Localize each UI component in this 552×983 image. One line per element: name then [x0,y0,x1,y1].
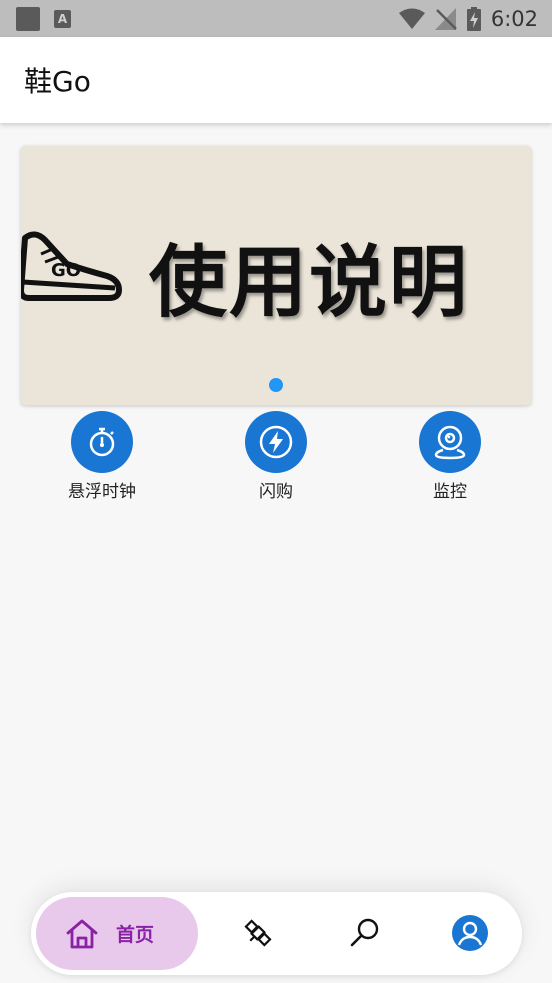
sneaker-logo-icon: GO [21,231,122,301]
notification-square-icon [16,6,40,31]
status-bar: A 6:02 [0,0,552,37]
app-title: 鞋Go [24,65,91,98]
wifi-icon [398,8,425,29]
carousel-indicator-dot[interactable] [269,378,283,392]
flash-sale-label: 闪购 [259,482,293,502]
stopwatch-icon [89,427,115,457]
satellite-icon [244,919,272,947]
status-time: 6:02 [490,6,538,31]
nav-home-label: 首页 [116,924,155,946]
webcam-icon [434,425,466,460]
flash-sale-button[interactable] [245,411,307,473]
instructions-banner[interactable]: GO 使用说明 [21,146,531,405]
no-signal-icon [434,7,457,30]
nav-home[interactable]: 首页 [36,897,198,970]
home-icon [66,919,98,948]
floating-clock-label: 悬浮时钟 [68,482,136,502]
banner-title: 使用说明 [149,238,470,328]
monitor-label: 监控 [433,482,467,502]
action-flash-sale[interactable]: 闪购 [216,411,336,502]
monitor-button[interactable] [419,411,481,473]
lightning-icon [259,425,293,459]
bottom-navigation: 首页 [31,892,522,975]
battery-charging-icon [466,6,481,31]
floating-clock-button[interactable] [71,411,133,473]
account-icon [452,915,488,951]
nav-search[interactable] [345,913,385,953]
logo-text: GO [51,260,81,281]
quick-actions: 悬浮时钟 闪购 监控 [0,411,552,506]
action-monitor[interactable]: 监控 [390,411,510,502]
notification-a-icon: A [54,9,71,28]
search-icon [350,918,379,947]
nav-satellite[interactable] [238,913,278,953]
action-floating-clock[interactable]: 悬浮时钟 [42,411,162,502]
app-bar: 鞋Go [0,37,552,123]
nav-account[interactable] [450,913,490,953]
